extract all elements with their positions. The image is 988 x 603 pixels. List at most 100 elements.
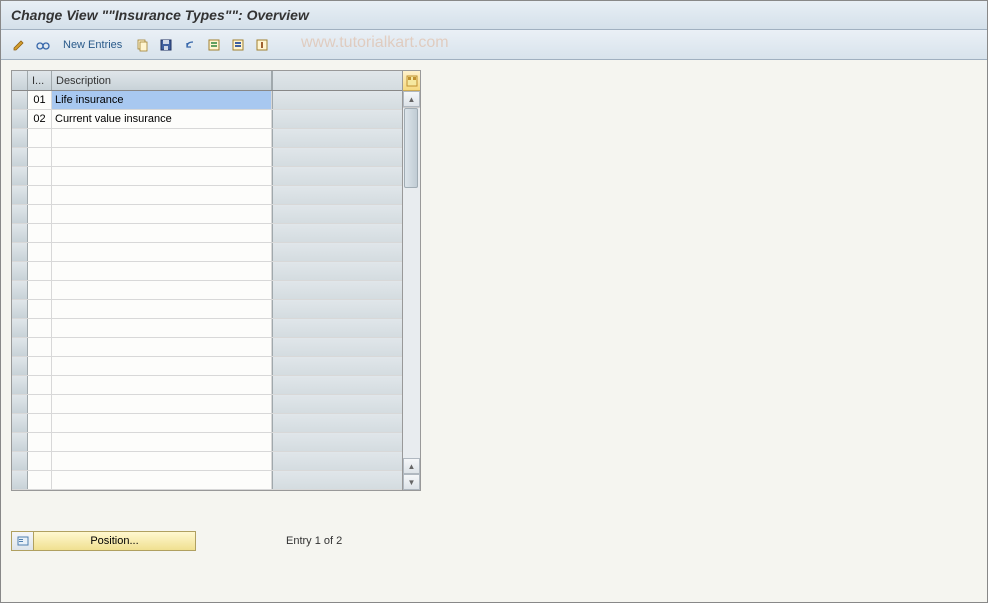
cell-description[interactable] [52,395,272,413]
row-selector[interactable] [12,243,28,261]
table-row[interactable] [12,167,402,186]
table-row[interactable] [12,433,402,452]
row-selector[interactable] [12,186,28,204]
row-selector[interactable] [12,338,28,356]
row-selector[interactable] [12,148,28,166]
cell-description[interactable] [52,243,272,261]
table-row[interactable] [12,262,402,281]
new-entries-button[interactable]: New Entries [57,37,128,53]
cell-id[interactable] [28,148,52,166]
cell-description[interactable] [52,319,272,337]
save-icon[interactable] [156,35,176,55]
config-icon[interactable] [252,35,272,55]
row-selector[interactable] [12,300,28,318]
cell-description[interactable]: Life insurance [52,91,272,109]
table-row[interactable] [12,452,402,471]
cell-id[interactable] [28,243,52,261]
cell-id[interactable]: 02 [28,110,52,128]
cell-id[interactable] [28,186,52,204]
cell-description[interactable] [52,148,272,166]
row-selector[interactable] [12,433,28,451]
table-row[interactable] [12,300,402,319]
cell-id[interactable] [28,338,52,356]
row-selector[interactable] [12,262,28,280]
cell-id[interactable] [28,205,52,223]
cell-description[interactable] [52,376,272,394]
cell-id[interactable]: 01 [28,91,52,109]
position-button[interactable]: Position... [11,531,196,551]
cell-id[interactable] [28,300,52,318]
cell-id[interactable] [28,471,52,489]
row-selector[interactable] [12,357,28,375]
cell-description[interactable] [52,414,272,432]
glasses-icon[interactable] [33,35,53,55]
cell-id[interactable] [28,129,52,147]
table-row[interactable] [12,471,402,490]
header-selector[interactable] [12,71,28,90]
cell-description[interactable] [52,452,272,470]
table-row[interactable] [12,338,402,357]
cell-id[interactable] [28,224,52,242]
table-row[interactable] [12,186,402,205]
scrollbar-thumb[interactable] [404,108,418,188]
cell-description[interactable] [52,262,272,280]
cell-description[interactable] [52,357,272,375]
scrollbar-track[interactable] [403,107,420,458]
row-selector[interactable] [12,91,28,109]
cell-description[interactable] [52,338,272,356]
cell-description[interactable] [52,167,272,185]
cell-id[interactable] [28,452,52,470]
row-selector[interactable] [12,452,28,470]
cell-description[interactable] [52,300,272,318]
table-row[interactable] [12,319,402,338]
select-all-icon[interactable] [204,35,224,55]
cell-description[interactable] [52,281,272,299]
table-row[interactable]: 01Life insurance [12,91,402,110]
cell-id[interactable] [28,395,52,413]
row-selector[interactable] [12,167,28,185]
row-selector[interactable] [12,281,28,299]
scroll-down-small-icon[interactable]: ▲ [403,458,420,474]
row-selector[interactable] [12,471,28,489]
cell-id[interactable] [28,281,52,299]
row-selector[interactable] [12,129,28,147]
table-row[interactable] [12,129,402,148]
undo-icon[interactable] [180,35,200,55]
copy-icon[interactable] [132,35,152,55]
cell-description[interactable] [52,186,272,204]
deselect-icon[interactable] [228,35,248,55]
column-header-id[interactable]: I... [28,71,52,90]
cell-description[interactable] [52,224,272,242]
pencil-icon[interactable] [9,35,29,55]
cell-id[interactable] [28,414,52,432]
cell-description[interactable] [52,129,272,147]
table-row[interactable] [12,243,402,262]
cell-id[interactable] [28,433,52,451]
grid-settings-icon[interactable] [403,71,420,91]
table-row[interactable] [12,224,402,243]
row-selector[interactable] [12,395,28,413]
cell-description[interactable]: Current value insurance [52,110,272,128]
table-row[interactable] [12,414,402,433]
cell-description[interactable] [52,471,272,489]
table-row[interactable]: 02Current value insurance [12,110,402,129]
scroll-up-icon[interactable]: ▲ [403,91,420,107]
cell-id[interactable] [28,262,52,280]
cell-id[interactable] [28,357,52,375]
column-header-description[interactable]: Description [52,71,272,90]
scroll-down-icon[interactable]: ▼ [403,474,420,490]
row-selector[interactable] [12,205,28,223]
row-selector[interactable] [12,224,28,242]
table-row[interactable] [12,357,402,376]
table-row[interactable] [12,205,402,224]
table-row[interactable] [12,395,402,414]
cell-id[interactable] [28,167,52,185]
cell-description[interactable] [52,433,272,451]
cell-id[interactable] [28,376,52,394]
table-row[interactable] [12,148,402,167]
cell-id[interactable] [28,319,52,337]
row-selector[interactable] [12,110,28,128]
row-selector[interactable] [12,319,28,337]
row-selector[interactable] [12,376,28,394]
cell-description[interactable] [52,205,272,223]
